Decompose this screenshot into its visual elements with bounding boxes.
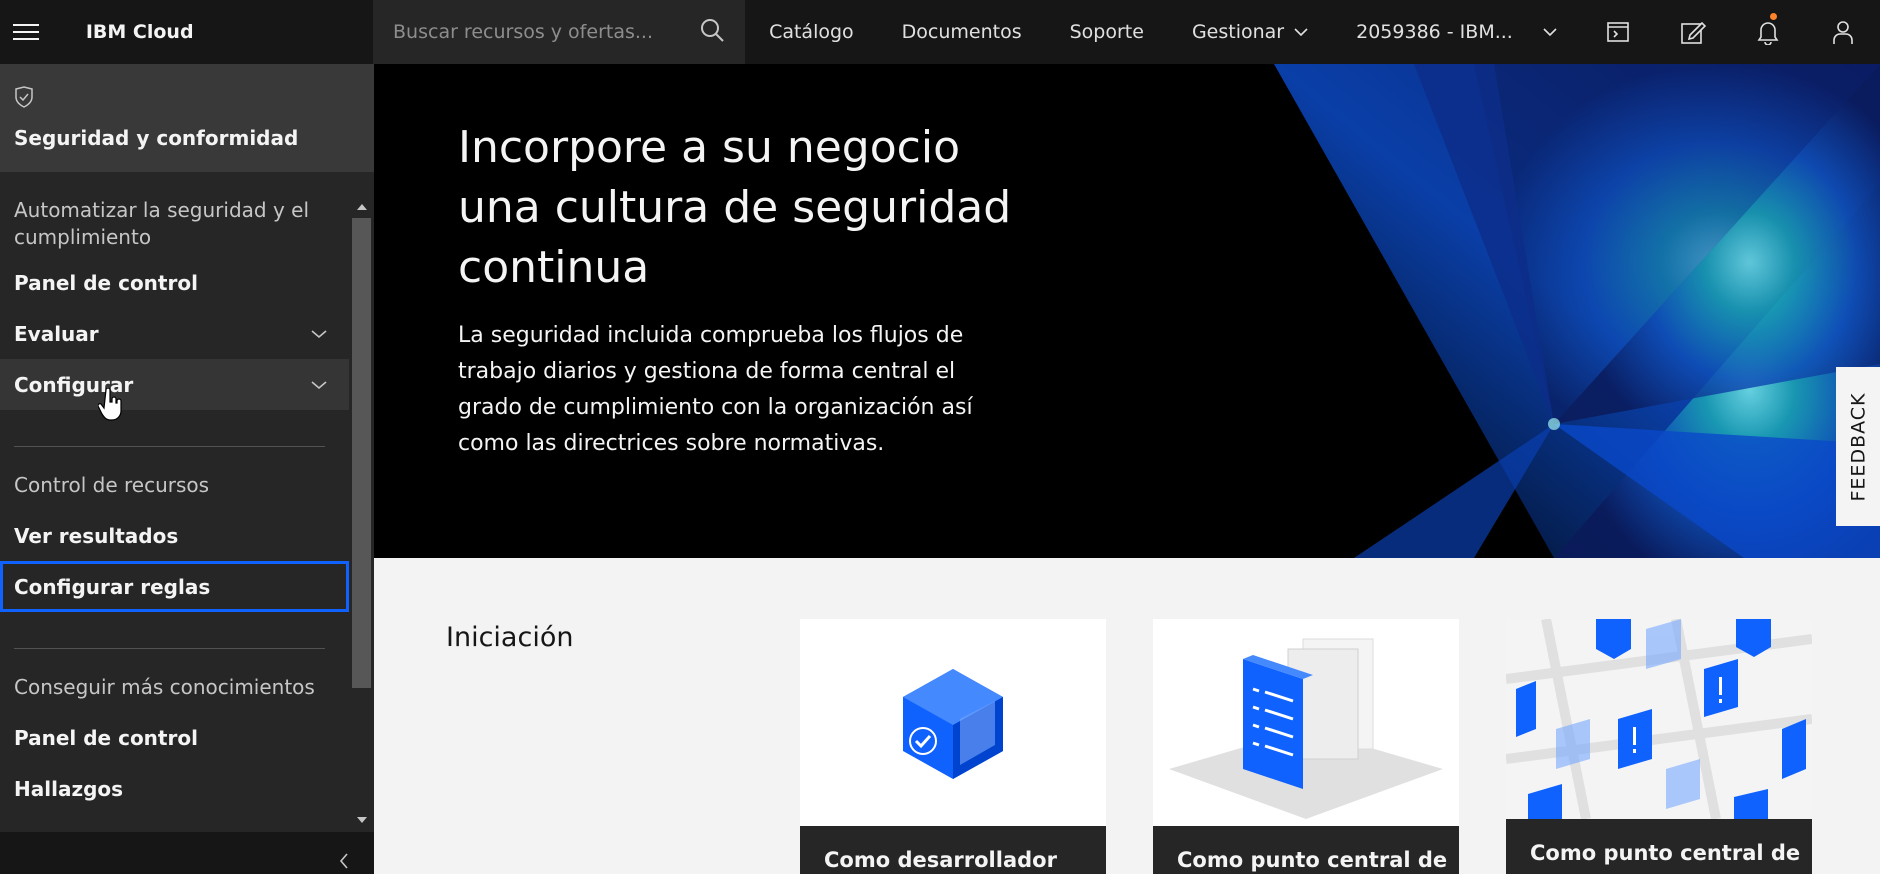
- card-label: Como desarrollador: [800, 826, 1106, 874]
- side-nav-title: Seguridad y conformidad: [14, 126, 299, 150]
- sidebar-item-configure-rules[interactable]: Configurar reglas: [0, 561, 349, 612]
- sidebar-item-label: Evaluar: [14, 321, 99, 346]
- collapse-chevron-icon[interactable]: [338, 852, 350, 870]
- feedback-button[interactable]: FEEDBACK: [1836, 367, 1880, 526]
- hero-title: Incorpore a su negocio una cultura de se…: [458, 122, 1012, 293]
- sidebar-item-label: Hallazgos: [14, 776, 124, 801]
- side-group-heading: Automatizar la seguridad y el cumplimien…: [14, 198, 310, 249]
- search-icon[interactable]: [699, 17, 725, 48]
- chevron-down-icon: [311, 380, 327, 389]
- sidebar-item-dashboard[interactable]: Panel de control: [0, 257, 349, 308]
- sidebar-item-evaluate[interactable]: Evaluar: [0, 308, 349, 359]
- side-navigation: Seguridad y conformidad Automatizar la s…: [0, 64, 374, 874]
- nav-catalog[interactable]: Catálogo: [745, 0, 878, 64]
- cost-estimator-icon[interactable]: [1581, 0, 1656, 64]
- side-group-heading: Conseguir más conocimientos: [14, 674, 315, 699]
- getting-started-card-central-1[interactable]: Como punto central de: [1153, 619, 1459, 874]
- search-placeholder: Buscar recursos y ofertas...: [393, 21, 653, 43]
- side-nav-list: Automatizar la seguridad y el cumplimien…: [0, 197, 349, 814]
- mouse-cursor-icon: [98, 388, 122, 421]
- section-title: Iniciación: [446, 622, 574, 653]
- getting-started-card-central-2[interactable]: Como punto central de: [1506, 619, 1812, 874]
- brand-logo[interactable]: IBM Cloud: [52, 21, 373, 43]
- nav-manage-label: Gestionar: [1191, 21, 1285, 43]
- hero-banner: Incorpore a su negocio una cultura de se…: [374, 64, 1880, 558]
- chevron-down-icon: [1294, 28, 1308, 37]
- nav-manage[interactable]: Gestionar: [1168, 0, 1332, 64]
- menu-icon[interactable]: [0, 0, 52, 64]
- sidebar-item-label: Configurar reglas: [14, 574, 211, 599]
- feedback-label: FEEDBACK: [1847, 392, 1869, 501]
- nav-support[interactable]: Soporte: [1046, 0, 1168, 64]
- side-spacer: [0, 410, 349, 446]
- side-divider: [14, 648, 325, 649]
- sidebar-item-label: Ver resultados: [14, 523, 179, 548]
- sidebar-item-view-results[interactable]: Ver resultados: [0, 510, 349, 561]
- sidebar-item-findings[interactable]: Hallazgos: [0, 763, 349, 814]
- shield-icon: [15, 86, 33, 108]
- sidebar-item-label: Panel de control: [14, 725, 198, 750]
- hero-description: La seguridad incluida comprueba los fluj…: [458, 323, 973, 456]
- sidebar-item-label: Panel de control: [14, 270, 198, 295]
- card-label: Como punto central de: [1153, 826, 1459, 874]
- getting-started-card-developer[interactable]: Como desarrollador: [800, 619, 1106, 874]
- edit-icon[interactable]: [1656, 0, 1731, 64]
- sidebar-item-insights-dashboard[interactable]: Panel de control: [0, 712, 349, 763]
- top-header: IBM Cloud Buscar recursos y ofertas... C…: [0, 0, 1880, 64]
- account-label: 2059386 - IBM...: [1356, 21, 1513, 43]
- nav-docs[interactable]: Documentos: [878, 0, 1046, 64]
- chevron-down-icon: [311, 329, 327, 338]
- account-switcher[interactable]: 2059386 - IBM...: [1332, 0, 1581, 64]
- cube-check-icon: [903, 669, 1003, 779]
- side-group-heading: Control de recursos: [14, 472, 210, 497]
- chevron-down-icon: [1543, 28, 1557, 37]
- side-spacer: [0, 612, 349, 648]
- alert-pattern-icon: [1506, 619, 1812, 819]
- search-input[interactable]: Buscar recursos y ofertas...: [373, 0, 746, 64]
- scroll-down-icon[interactable]: [353, 812, 371, 828]
- side-nav-footer: [0, 832, 374, 874]
- side-nav-header: Seguridad y conformidad: [0, 64, 374, 172]
- checklist-document-icon: [1169, 638, 1443, 819]
- card-label: Como punto central de: [1506, 819, 1812, 874]
- user-icon[interactable]: [1805, 0, 1880, 64]
- side-divider: [14, 446, 325, 447]
- scroll-up-icon[interactable]: [353, 199, 371, 215]
- notification-icon[interactable]: [1730, 0, 1805, 64]
- scrollbar-thumb[interactable]: [352, 218, 371, 688]
- sidebar-item-configure[interactable]: Configurar: [0, 359, 349, 410]
